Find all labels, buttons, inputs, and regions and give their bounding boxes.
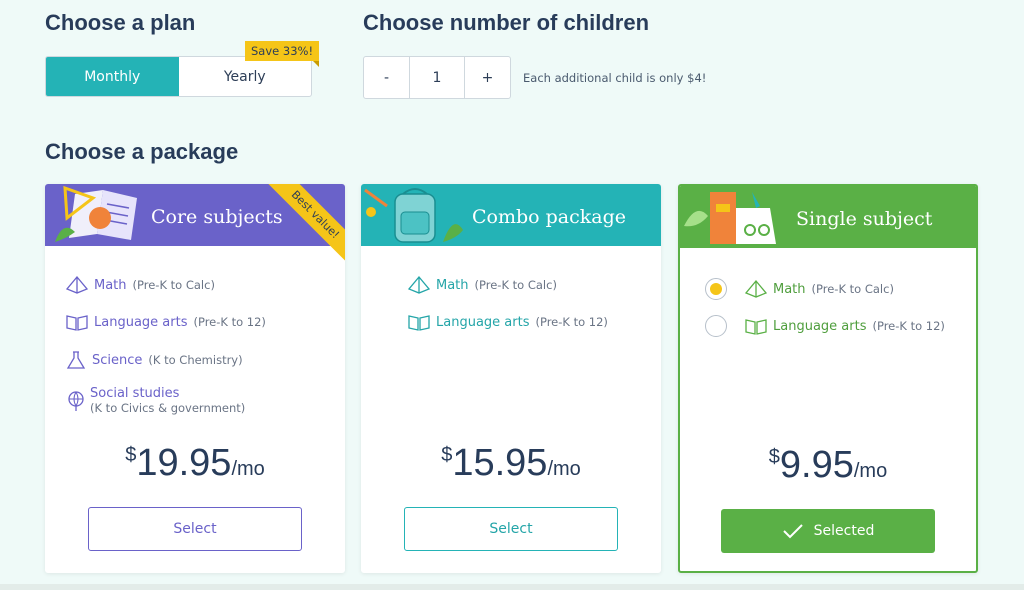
card-header: Core subjects Best value! <box>45 184 345 266</box>
subject-item: Language arts (Pre-K to 12) <box>408 313 608 331</box>
increment-button[interactable]: + <box>465 57 510 98</box>
flask-icon <box>66 351 86 369</box>
language-arts-radio[interactable] <box>705 315 727 337</box>
pyramid-icon <box>408 276 430 294</box>
bottom-strip <box>0 584 1024 590</box>
subject-item[interactable]: Language arts (Pre-K to 12) <box>705 315 945 337</box>
open-book-icon <box>66 315 88 331</box>
children-stepper: - 1 + <box>363 56 511 99</box>
decrement-button[interactable]: - <box>364 57 409 98</box>
card-header: Combo package <box>361 184 661 246</box>
open-book-icon <box>745 319 767 335</box>
subject-item: Social studies (K to Civics & government… <box>66 386 245 415</box>
subject-item: Math (Pre-K to Calc) <box>408 276 557 294</box>
subject-item: Language arts (Pre-K to 12) <box>66 313 266 331</box>
plan-heading: Choose a plan <box>45 10 196 35</box>
backpack-illustration <box>364 188 463 243</box>
children-count[interactable]: 1 <box>409 57 465 98</box>
children-heading: Choose number of children <box>363 10 650 35</box>
additional-child-note: Each additional child is only $4! <box>523 71 707 85</box>
core-subjects-card[interactable]: Core subjects Best value! Math (Pre-K to… <box>45 184 345 573</box>
plan-yearly-option[interactable]: Yearly <box>179 57 312 96</box>
open-book-icon <box>408 315 430 331</box>
books-illustration <box>684 192 776 244</box>
subject-item: Math (Pre-K to Calc) <box>66 276 215 294</box>
pyramid-icon <box>745 280 767 298</box>
math-radio[interactable] <box>705 278 727 300</box>
save-badge: Save 33%! <box>245 41 320 67</box>
school-supplies-illustration <box>55 185 137 242</box>
price: $9.95/mo <box>768 444 888 486</box>
price: $15.95/mo <box>441 442 581 484</box>
card-header: Single subject <box>680 186 976 248</box>
select-button[interactable]: Select <box>404 507 618 551</box>
card-title: Core subjects <box>151 206 283 228</box>
plan-monthly-option[interactable]: Monthly <box>46 57 179 96</box>
checkmark-icon <box>782 524 803 539</box>
select-button[interactable]: Select <box>88 507 302 551</box>
pyramid-icon <box>66 276 88 294</box>
card-title: Combo package <box>472 206 627 228</box>
plan-toggle: Monthly Yearly <box>45 56 312 97</box>
globe-icon <box>68 391 84 411</box>
subject-item[interactable]: Math (Pre-K to Calc) <box>705 278 894 300</box>
card-title: Single subject <box>796 208 933 230</box>
selected-button[interactable]: Selected <box>721 509 935 553</box>
combo-package-card[interactable]: Combo package Math (Pre-K to Calc) Langu… <box>361 184 661 573</box>
package-heading: Choose a package <box>45 139 239 164</box>
price: $19.95/mo <box>125 442 265 484</box>
subject-item: Science (K to Chemistry) <box>66 350 243 370</box>
single-subject-card[interactable]: Single subject Math (Pre-K to Calc) Lang… <box>678 184 978 573</box>
